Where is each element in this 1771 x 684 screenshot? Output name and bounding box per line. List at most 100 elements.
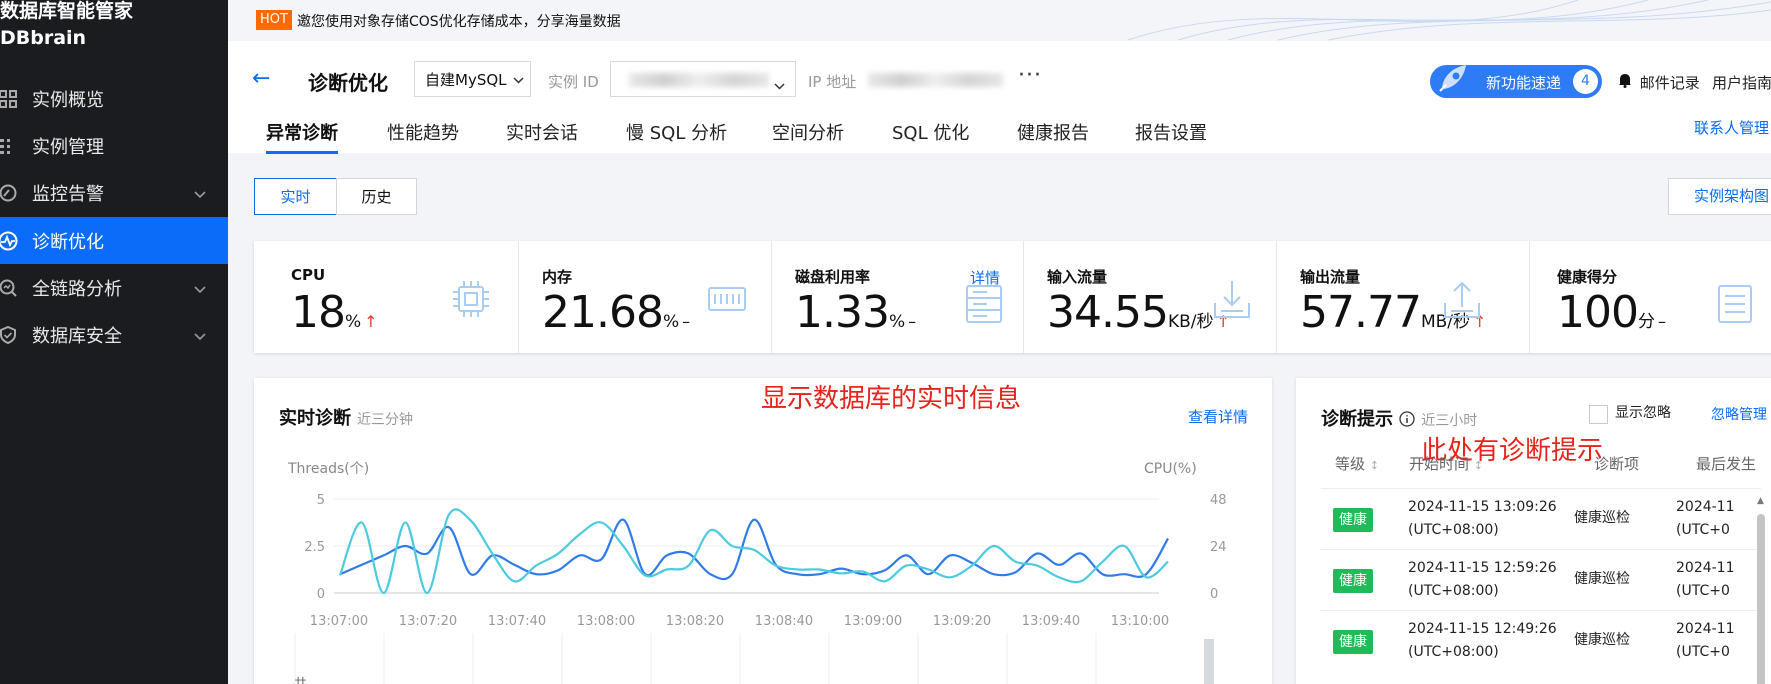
contact-management-link[interactable]: 联系人管理 — [1694, 117, 1769, 138]
tab-sql-optimization[interactable]: SQL 优化 — [892, 119, 969, 151]
realtime-toggle[interactable]: 实时 — [254, 178, 337, 215]
x-tick: 13:07:00 — [310, 614, 368, 629]
y-right-axis-label: CPU(%) — [1144, 461, 1197, 477]
diagnosis-tips-panel: 诊断提示 近三小时 此处有诊断提示 显示忽略 忽略管理 等级 ↕ 开始时间 ↕ … — [1296, 378, 1771, 684]
table-row[interactable]: 健康 2024-11-15 12:49:26 (UTC+08:00) 健康巡检 2… — [1321, 610, 1761, 671]
metric-unit: % — [662, 312, 680, 332]
metric-number: 100 — [1557, 287, 1639, 338]
x-tick: 13:07:20 — [399, 614, 457, 629]
last-occurrence: 2024-11 (UTC+0 — [1676, 557, 1735, 603]
chevron-down-icon[interactable] — [194, 278, 206, 299]
db-type-select[interactable]: 自建MySQL — [414, 61, 531, 97]
last-timezone: (UTC+0 — [1676, 583, 1730, 599]
sidebar-item-monitoring[interactable]: 监控告警 — [0, 169, 228, 216]
gauge-icon — [0, 183, 18, 203]
diagnosis-item: 健康巡检 — [1574, 571, 1630, 587]
tab-health-report[interactable]: 健康报告 — [1017, 119, 1089, 151]
mail-log-link[interactable]: 邮件记录 — [1618, 72, 1700, 93]
last-date: 2024-11 — [1676, 621, 1735, 637]
sidebar-item-overview[interactable]: 实例概览 — [0, 75, 228, 122]
table-row[interactable]: 健康 2024-11-15 13:09:26 (UTC+08:00) 健康巡检 2… — [1321, 488, 1761, 549]
sidebar-item-label: 诊断优化 — [32, 231, 104, 253]
more-options-icon[interactable]: ··· — [1018, 63, 1042, 88]
memory-icon — [708, 287, 746, 311]
column-label: 开始时间 — [1409, 455, 1470, 473]
report-icon — [1718, 285, 1752, 323]
ip-redacted — [868, 73, 1003, 87]
y-left-tick: 0 — [317, 587, 325, 602]
instance-id-redacted — [629, 73, 769, 87]
x-tick: 13:10:00 — [1111, 614, 1169, 629]
tab-space-analysis[interactable]: 空间分析 — [772, 119, 844, 151]
ignore-management-link[interactable]: 忽略管理 — [1711, 404, 1767, 424]
diagnosis-item: 健康巡检 — [1574, 510, 1630, 526]
metric-value: 34.55KB/秒 ↑ — [1047, 287, 1230, 347]
x-tick: 13:08:00 — [577, 614, 635, 629]
upload-icon — [1444, 281, 1480, 318]
show-ignored-checkbox[interactable] — [1589, 405, 1608, 424]
sidebar-item-tracing[interactable]: 全链路分析 — [0, 264, 228, 311]
health-badge: 健康 — [1333, 508, 1373, 532]
last-date: 2024-11 — [1676, 499, 1735, 515]
column-label: 等级 — [1335, 455, 1366, 473]
metric-card-cpu: CPU 18% ↑ — [254, 241, 519, 353]
sidebar-item-diagnosis[interactable]: 诊断优化 — [0, 217, 228, 264]
x-tick: 13:08:20 — [666, 614, 724, 629]
tab-bar: 异常诊断 性能趋势 实时会话 慢 SQL 分析 空间分析 SQL 优化 健康报告… — [228, 119, 1771, 154]
start-timezone: (UTC+08:00) — [1408, 583, 1499, 599]
health-badge: 健康 — [1333, 630, 1373, 654]
db-type-value: 自建MySQL — [425, 70, 507, 89]
trend-flat-icon: – — [908, 312, 916, 331]
grid-icon — [0, 89, 18, 109]
sidebar-item-instances[interactable]: 实例管理 — [0, 122, 228, 169]
metric-number: 1.33 — [795, 287, 890, 338]
new-feature-button[interactable]: 新功能速递 4 — [1430, 65, 1602, 98]
tab-performance-trend[interactable]: 性能趋势 — [387, 119, 459, 151]
last-timezone: (UTC+0 — [1676, 522, 1730, 538]
metric-value: 18% ↑ — [291, 288, 378, 347]
instance-architecture-button[interactable]: 实例架构图 — [1668, 178, 1771, 215]
sidebar-item-label: 数据库安全 — [32, 325, 122, 347]
banner-text[interactable]: 邀您使用对象存储COS优化存储成本，分享海量数据 — [297, 11, 621, 31]
panel-title-text: 诊断提示 — [1321, 409, 1393, 430]
tab-slow-sql[interactable]: 慢 SQL 分析 — [626, 119, 727, 151]
sidebar-item-security[interactable]: 数据库安全 — [0, 311, 228, 358]
new-feature-label: 新功能速递 — [1486, 74, 1562, 92]
tab-report-settings[interactable]: 报告设置 — [1135, 119, 1207, 151]
scrollbar-thumb[interactable] — [1757, 514, 1765, 684]
info-icon[interactable] — [1399, 411, 1415, 432]
trend-up-icon: ↑ — [364, 312, 377, 331]
back-arrow-icon[interactable]: ← — [252, 68, 270, 90]
column-header-start-time[interactable]: 开始时间 ↕ — [1409, 453, 1483, 474]
y-left-axis-label: Threads(个) — [287, 461, 369, 477]
table-row[interactable]: 健康 2024-11-15 12:59:26 (UTC+08:00) 健康巡检 2… — [1321, 549, 1761, 610]
realtime-chart: Threads(个) CPU(%) 5 2.5 0 48 24 0 13:07:00 13:0… — [287, 461, 1227, 684]
x-tick: 13:07:40 — [488, 614, 546, 629]
metric-unit: % — [888, 312, 906, 332]
chevron-down-icon[interactable] — [194, 325, 206, 346]
y-left-tick: 2.5 — [304, 540, 325, 555]
column-header-level[interactable]: 等级 ↕ — [1335, 453, 1379, 474]
metric-number: 34.55 — [1047, 287, 1169, 338]
chart-scroll-indicator — [1204, 639, 1214, 684]
x-tick: 13:09:40 — [1022, 614, 1080, 629]
promo-banner[interactable]: HOT 邀您使用对象存储COS优化存储成本，分享海量数据 — [228, 0, 1771, 41]
metric-unit: KB/秒 — [1167, 312, 1214, 332]
chevron-down-icon[interactable] — [194, 183, 206, 204]
tab-live-session[interactable]: 实时会话 — [506, 119, 578, 151]
user-guide-link[interactable]: 用户指南 — [1712, 72, 1771, 93]
sidebar: 数据库智能管家 DBbrain 实例概览 实例管理 监控告警 诊断优化 全链路分… — [0, 0, 228, 684]
y-right-tick: 0 — [1210, 587, 1218, 602]
chart-bottom-label: 共 — [294, 673, 307, 684]
instance-id-label: 实例 ID — [548, 73, 599, 91]
history-toggle[interactable]: 历史 — [336, 178, 417, 215]
instance-id-select[interactable] — [610, 61, 796, 97]
sort-icon: ↕ — [1473, 459, 1484, 472]
scroll-up-icon[interactable]: ▲ — [1757, 496, 1764, 506]
tab-anomaly-diagnosis[interactable]: 异常诊断 — [266, 119, 338, 154]
start-time: 2024-11-15 12:59:26 (UTC+08:00) — [1408, 557, 1557, 603]
metric-number: 57.77 — [1300, 287, 1422, 338]
trend-flat-icon: – — [682, 312, 690, 331]
metric-number: 21.68 — [542, 287, 664, 338]
table-scrollbar[interactable]: ▲ — [1756, 496, 1766, 684]
